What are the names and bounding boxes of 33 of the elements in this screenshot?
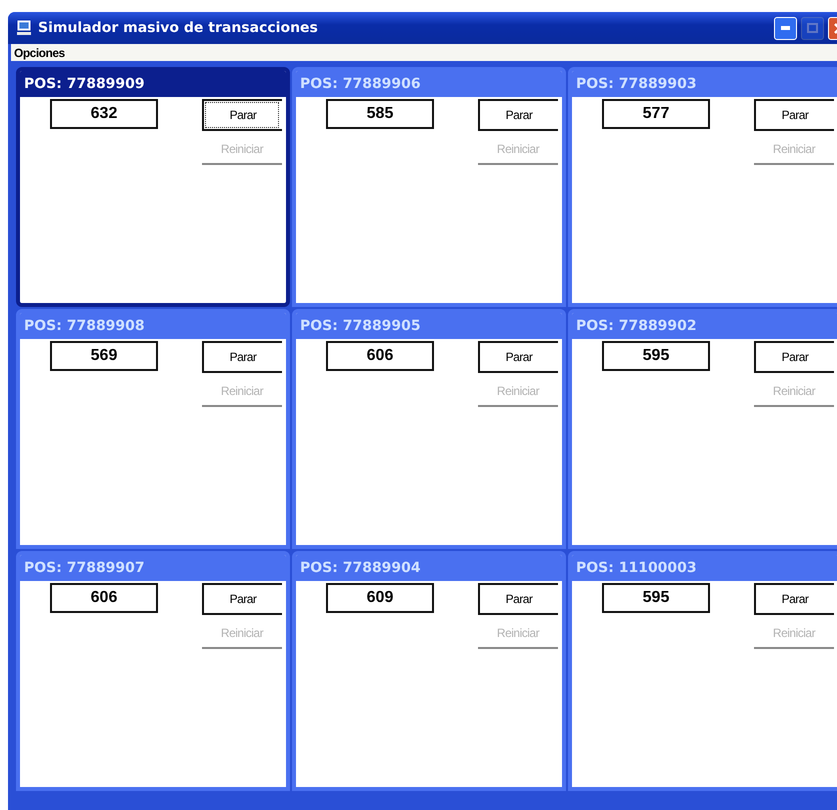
panel-title: POS: 77889906 (296, 71, 562, 97)
stop-button[interactable]: Parar (478, 99, 558, 131)
count-field[interactable]: 609 (326, 583, 434, 613)
stop-button[interactable]: Parar (754, 583, 834, 615)
stop-button[interactable]: Parar (478, 341, 558, 373)
stop-button[interactable]: Parar (478, 583, 558, 615)
stop-button[interactable]: Parar (202, 341, 282, 373)
count-field[interactable]: 577 (602, 99, 710, 129)
panel-title: POS: 77889908 (20, 313, 286, 339)
panel-title: POS: 77889904 (296, 555, 562, 581)
minimize-button[interactable] (774, 16, 797, 40)
panel-title: POS: 77889905 (296, 313, 562, 339)
window-title: Simulador masivo de transacciones (38, 20, 319, 36)
count-field[interactable]: 632 (50, 99, 158, 129)
panel-title: POS: 77889909 (20, 71, 286, 97)
panel-title: POS: 77889903 (572, 71, 837, 97)
count-field[interactable]: 606 (50, 583, 158, 613)
count-field[interactable]: 569 (50, 341, 158, 371)
panel-title: POS: 77889902 (572, 313, 837, 339)
stop-button[interactable]: Parar (754, 99, 834, 131)
count-field[interactable]: 595 (602, 583, 710, 613)
stop-button[interactable]: Parar (202, 583, 282, 615)
panel-title: POS: 11100003 (572, 555, 837, 581)
stop-button[interactable]: Parar (754, 341, 834, 373)
maximize-icon (807, 23, 818, 33)
count-field[interactable]: 606 (326, 341, 434, 371)
menu-item[interactable]: Opciones (14, 46, 65, 60)
computer-icon (16, 20, 32, 36)
minimize-icon (781, 26, 790, 30)
count-field[interactable]: 585 (326, 99, 434, 129)
stop-button[interactable]: Parar (202, 99, 282, 131)
panel-title: POS: 77889907 (20, 555, 286, 581)
count-field[interactable]: 595 (602, 341, 710, 371)
